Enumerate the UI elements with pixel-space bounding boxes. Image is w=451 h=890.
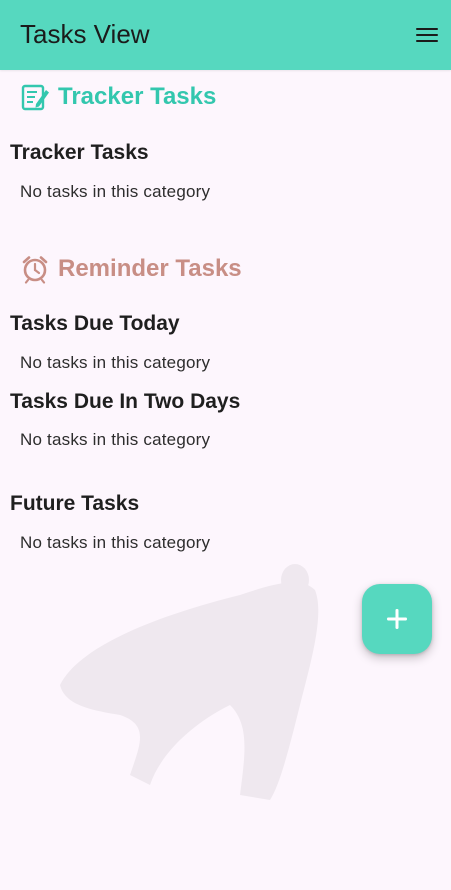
tasks-view-screen: Tasks View Tracker Tasks Tracker Tasks N… <box>0 0 451 890</box>
page-title: Tasks View <box>20 19 150 49</box>
tracker-tasks-section-title: Tracker Tasks <box>58 83 217 110</box>
notepad-edit-icon <box>20 82 50 112</box>
empty-message: No tasks in this category <box>20 533 211 552</box>
background-watermark <box>60 564 319 800</box>
empty-message: No tasks in this category <box>20 353 211 372</box>
empty-message: No tasks in this category <box>20 182 211 201</box>
tracker-tasks-section-header: Tracker Tasks <box>20 80 216 114</box>
add-task-button[interactable] <box>362 584 432 654</box>
hamburger-menu-icon <box>416 28 438 42</box>
category-title-future-tasks: Future Tasks <box>10 492 140 515</box>
category-title-tracker-tasks: Tracker Tasks <box>10 141 149 164</box>
reminder-tasks-section-title: Reminder Tasks <box>58 255 242 282</box>
category-title-due-today: Tasks Due Today <box>10 312 180 335</box>
menu-button[interactable] <box>415 23 439 47</box>
reminder-tasks-section-header: Reminder Tasks <box>20 252 242 286</box>
plus-icon <box>387 609 407 629</box>
alarm-clock-icon <box>20 254 50 284</box>
empty-message: No tasks in this category <box>20 430 211 449</box>
app-bar: Tasks View <box>0 0 451 70</box>
category-title-due-two-days: Tasks Due In Two Days <box>10 390 241 413</box>
